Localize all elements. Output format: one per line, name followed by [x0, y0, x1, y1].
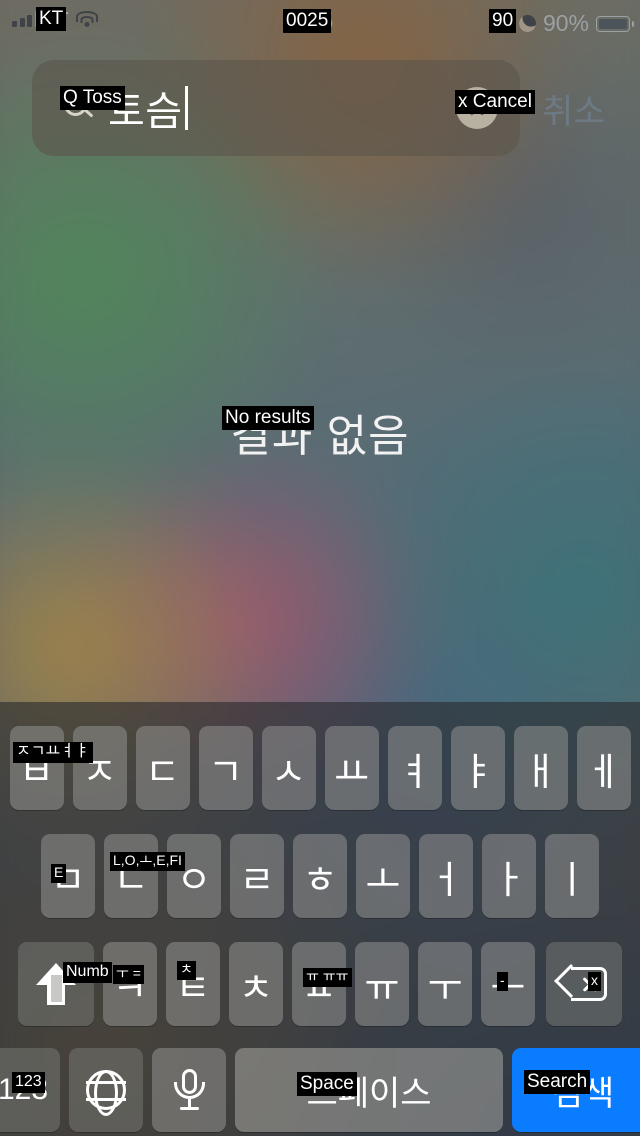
key-dictation[interactable] — [152, 1048, 226, 1132]
annotation-row1-first: ㅈㄱㅛㅕㅑ — [13, 742, 93, 763]
key-globe[interactable] — [69, 1048, 143, 1132]
key-hieut[interactable]: ㅎ — [293, 834, 347, 918]
key-digeut[interactable]: ㄷ — [135, 726, 190, 810]
keyboard-row-1: ㅂ ㅈ ㄷ ㄱ ㅅ ㅛ ㅕ ㅑ ㅐ ㅔ — [0, 726, 640, 810]
key-tieut[interactable]: ㅌ — [166, 942, 220, 1026]
key-yeo[interactable]: ㅕ — [387, 726, 442, 810]
keyboard-row-2: ㅁ ㄴ ㅇ ㄹ ㅎ ㅗ ㅓ ㅏ ㅣ — [0, 834, 640, 918]
key-u[interactable]: ㅜ — [418, 942, 472, 1026]
annotation-tieut: ㅊ — [177, 961, 196, 980]
key-chieut[interactable]: ㅊ — [229, 942, 283, 1026]
annotation-row2-first: E — [51, 864, 67, 883]
key-backspace[interactable] — [546, 942, 622, 1026]
battery-icon — [596, 15, 634, 32]
annotation-eu: - — [497, 972, 508, 991]
annotation-no-results: No results — [222, 406, 314, 431]
key-rieul[interactable]: ㄹ — [230, 834, 284, 918]
key-ae[interactable]: ㅐ — [513, 726, 568, 810]
moon-icon — [516, 12, 539, 35]
key-yo[interactable]: ㅛ — [324, 726, 379, 810]
key-eo[interactable]: ㅓ — [419, 834, 473, 918]
key-yu[interactable]: ㅠ — [355, 942, 409, 1026]
annotation-numbers: 123 — [12, 1072, 45, 1093]
text-caret — [184, 86, 188, 130]
key-eu[interactable]: ㅡ — [481, 942, 535, 1026]
annotation-search-field: Q Toss — [60, 86, 125, 111]
annotation-carrier: KT — [36, 7, 67, 32]
key-mieum[interactable]: ㅁ — [41, 834, 95, 918]
globe-icon — [86, 1070, 126, 1110]
key-ieung[interactable]: ㅇ — [167, 834, 221, 918]
microphone-icon — [174, 1069, 205, 1111]
key-e[interactable]: ㅔ — [576, 726, 631, 810]
annotation-battery: 90 — [489, 9, 517, 34]
annotation-shift: Numb — [63, 962, 112, 983]
key-kieuk[interactable]: ㅋ — [103, 942, 157, 1026]
battery-percent-label: 90% — [542, 10, 589, 36]
annotation-time: 0025 — [283, 9, 332, 34]
annotation-kieuk: ㅜ = — [113, 965, 144, 984]
annotation-clear: x Cancel — [455, 90, 535, 115]
empty-state-label: 결과 없음 — [230, 412, 410, 461]
key-siot[interactable]: ㅅ — [261, 726, 316, 810]
key-o[interactable]: ㅗ — [356, 834, 410, 918]
key-jieut[interactable]: ㅈ — [72, 726, 127, 810]
key-a[interactable]: ㅏ — [482, 834, 536, 918]
key-space[interactable]: 스페이스 — [235, 1048, 503, 1132]
key-giyeok[interactable]: ㄱ — [198, 726, 253, 810]
phone-screen: KT 25 90% 토슴 취소 결과 없음 — [0, 0, 640, 1136]
annotation-space: Space — [297, 1072, 357, 1097]
annotation-search: Search — [524, 1070, 591, 1095]
key-shift[interactable] — [18, 942, 94, 1026]
cancel-button[interactable]: 취소 — [542, 84, 606, 133]
key-i[interactable]: ㅣ — [545, 834, 599, 918]
annotation-pieup: ㅠ ㅠㅠ — [303, 968, 352, 987]
annotation-backspace: x — [588, 972, 601, 991]
key-bieup[interactable]: ㅂ — [9, 726, 64, 810]
key-ya[interactable]: ㅑ — [450, 726, 505, 810]
key-nieun[interactable]: ㄴ — [104, 834, 158, 918]
status-bar-right: 90% — [516, 10, 634, 37]
annotation-row2-second: L,O,ㅗ,E,FI — [110, 852, 185, 871]
